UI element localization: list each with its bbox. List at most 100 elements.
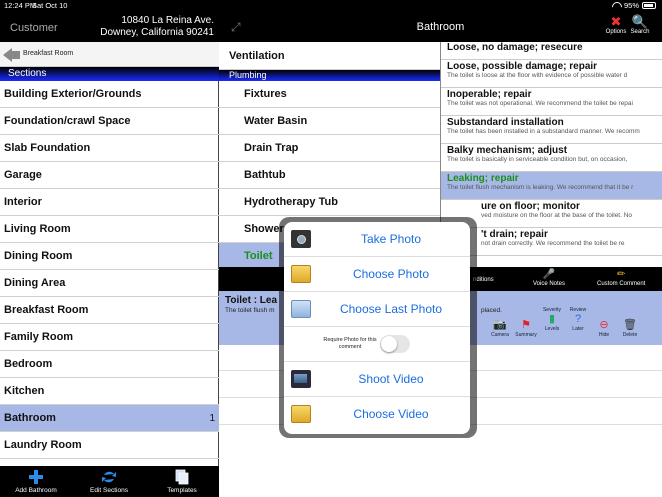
delete-label: Delete	[622, 332, 638, 338]
subsection-item[interactable]: Fixtures	[219, 81, 440, 108]
tools-icon: ✖	[610, 14, 622, 29]
section-item[interactable]: Interior	[0, 189, 219, 216]
sections-toolbar: Add Bathroom Edit Sections Templates	[0, 466, 219, 497]
comment-title: 't drain; repair	[481, 229, 548, 240]
back-label: Breakfast Room	[23, 50, 74, 57]
voice-notes-button[interactable]: 🎤 Voice Notes	[533, 269, 565, 287]
take-photo-option[interactable]: Take Photo	[284, 222, 470, 257]
search-button[interactable]: 🔍 Search	[629, 14, 651, 36]
section-item[interactable]: Dining Area	[0, 270, 219, 297]
section-item[interactable]: Breakfast Room	[0, 297, 219, 324]
summary-label: Summary	[515, 332, 537, 338]
options-label: Options	[605, 29, 627, 35]
choose-video-option[interactable]: Choose Video	[284, 397, 470, 432]
bathroom-header: ⤢ Bathroom ✖ Options 🔍 Search	[219, 12, 662, 42]
comment-title: ure on floor; monitor	[481, 201, 580, 212]
section-label: Dining Room	[4, 250, 73, 262]
shoot-video-option[interactable]: Shoot Video	[284, 362, 470, 397]
add-section-label: Add Bathroom	[15, 487, 57, 494]
require-photo-label: Require Photo for this comment	[323, 337, 377, 350]
video-folder-icon	[291, 405, 311, 423]
status-battery: 95%	[612, 1, 656, 10]
add-section-button[interactable]: Add Bathroom	[6, 469, 66, 494]
hide-icon: ⊖	[599, 319, 609, 331]
comment-item[interactable]: Loose, possible damage; repair The toile…	[441, 60, 662, 88]
sections-panel: Customer 10840 La Reina Ave. Downey, Cal…	[0, 12, 219, 497]
severity-levels-button[interactable]: Severity ▮ Levels	[539, 307, 565, 332]
back-arrow-icon	[3, 48, 20, 62]
comment-item[interactable]: Substandard installation The toilet has …	[441, 116, 662, 144]
address-line2: Downey, California 90241	[100, 27, 214, 38]
section-item[interactable]: Garage	[0, 162, 219, 189]
subsection-item[interactable]: Bathtub	[219, 162, 440, 189]
subsection-item[interactable]: Ventilation	[219, 42, 440, 70]
section-item[interactable]: Family Room	[0, 324, 219, 351]
custom-comment-label: Custom Comment	[597, 281, 646, 287]
sync-arrows-icon	[102, 471, 116, 483]
comment-desc: The toilet was not operational. We recom…	[447, 100, 633, 107]
comment-item[interactable]: Loose, no damage; resecure	[441, 42, 662, 60]
comment-desc: ved moisture on the floor at the base of…	[481, 212, 633, 219]
comment-title: Leaking; repair	[447, 173, 519, 184]
bars-icon: ▮	[548, 313, 556, 325]
battery-percent: 95%	[623, 1, 639, 10]
voice-notes-label: Voice Notes	[533, 281, 566, 287]
documents-icon	[175, 469, 189, 485]
choose-last-photo-option[interactable]: Choose Last Photo	[284, 292, 470, 327]
templates-button[interactable]: Templates	[152, 469, 212, 494]
comment-item-selected[interactable]: Leaking; repair The toilet flush mechani…	[441, 172, 662, 200]
camera-button[interactable]: 📷 Camera	[487, 319, 513, 338]
customer-label[interactable]: Customer	[10, 22, 58, 34]
delete-button[interactable]: 🗑 Delete	[617, 319, 643, 338]
section-item-selected[interactable]: Bathroom 1	[0, 405, 219, 432]
choose-video-label: Choose Video	[353, 407, 429, 421]
section-label: Foundation/crawl Space	[4, 115, 131, 127]
require-photo-toggle[interactable]	[380, 335, 410, 353]
section-item[interactable]: Living Room	[0, 216, 219, 243]
comment-desc: The toilet is loose at the floor with ev…	[447, 72, 628, 79]
flag-icon: ⚑	[521, 319, 531, 331]
folder-icon	[291, 300, 311, 318]
app-screen: 12:24 PM Sat Oct 10 95% Customer 10840 L…	[0, 0, 662, 497]
subsection-item[interactable]: Drain Trap	[219, 135, 440, 162]
comment-title: Substandard installation	[447, 117, 564, 128]
trash-icon: 🗑	[623, 319, 637, 331]
address-line1: 10840 La Reina Ave.	[121, 15, 214, 26]
search-icon: 🔍	[631, 14, 649, 29]
group-header: Plumbing	[219, 70, 440, 81]
subsection-item[interactable]: Hydrotherapy Tub	[219, 189, 440, 216]
microphone-icon: 🎤	[542, 269, 556, 280]
review-later-button[interactable]: Review ? Later	[565, 307, 591, 332]
choose-photo-option[interactable]: Choose Photo	[284, 257, 470, 292]
sections-header: Sections	[0, 67, 219, 81]
sections-list: Building Exterior/Grounds Foundation/cra…	[0, 81, 219, 459]
section-item[interactable]: Foundation/crawl Space	[0, 108, 219, 135]
video-camera-icon	[291, 370, 311, 388]
comment-title: Inoperable; repair	[447, 89, 532, 100]
summary-button[interactable]: ⚑ Summary	[513, 319, 539, 338]
status-bar: 12:24 PM Sat Oct 10 95%	[0, 0, 662, 12]
section-label: Garage	[4, 169, 42, 181]
subsection-item[interactable]: Water Basin	[219, 108, 440, 135]
edit-sections-button[interactable]: Edit Sections	[79, 469, 139, 494]
custom-comment-button[interactable]: ✏ Custom Comment	[597, 269, 645, 287]
wifi-icon	[612, 2, 621, 9]
detail-title: Toilet : Lea	[225, 295, 278, 306]
comment-title: Balky mechanism; adjust	[447, 145, 568, 156]
back-button[interactable]: Breakfast Room	[0, 42, 219, 67]
camera-label: Camera	[491, 332, 509, 338]
section-item[interactable]: Bedroom	[0, 351, 219, 378]
search-label: Search	[630, 29, 650, 35]
hide-label: Hide	[598, 332, 610, 338]
section-item[interactable]: Dining Room	[0, 243, 219, 270]
options-button[interactable]: ✖ Options	[605, 14, 627, 36]
comment-item[interactable]: Inoperable; repair The toilet was not op…	[441, 88, 662, 116]
section-item[interactable]: Laundry Room	[0, 432, 219, 459]
section-item[interactable]: Slab Foundation	[0, 135, 219, 162]
comment-item[interactable]: Balky mechanism; adjust The toilet is ba…	[441, 144, 662, 172]
section-item[interactable]: Kitchen	[0, 378, 219, 405]
section-item[interactable]: Building Exterior/Grounds	[0, 81, 219, 108]
section-label: Kitchen	[4, 385, 45, 397]
hide-button[interactable]: ⊖ Hide	[591, 319, 617, 338]
choose-photo-label: Choose Photo	[352, 267, 430, 281]
